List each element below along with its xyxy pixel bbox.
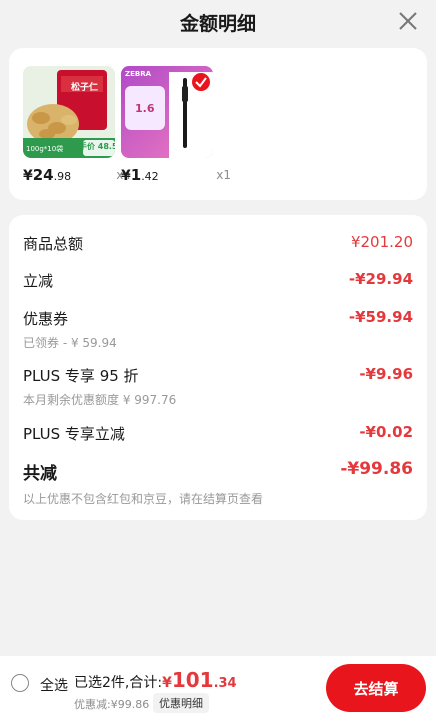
- product-image-nuts[interactable]: 松子仁 100g*10袋 到手价 48.5: [23, 66, 115, 158]
- instant-discount-value: -¥29.94: [348, 270, 413, 288]
- coupon-row: 优惠券 已领券 - ¥ 59.94 -¥59.94: [23, 308, 413, 351]
- plus-reduce-label: PLUS 专享立减: [23, 425, 125, 443]
- product-item[interactable]: 松子仁 100g*10袋 到手价 48.5 ¥24.98 x4: [23, 66, 131, 190]
- selected-count-text: 已选2件,合计:: [74, 675, 163, 691]
- order-total: ¥101.34: [162, 668, 237, 692]
- product-item[interactable]: ZEBRA 1.6 ¥1.42 x1: [121, 66, 231, 190]
- price-currency: ¥: [23, 168, 33, 184]
- plus-discount-sub: 本月剩余优惠额度 ¥ 997.76: [23, 393, 177, 407]
- total-decimal: .34: [213, 676, 237, 691]
- thumb-spec: 100g*10袋: [26, 145, 64, 153]
- price-currency: ¥: [121, 168, 131, 184]
- total-reduce-note: 以上优惠不包含红包和京豆，请在结算页查看: [23, 492, 264, 506]
- product-price: ¥24.98: [23, 166, 71, 184]
- price-decimal: .42: [141, 170, 159, 183]
- coupon-value: -¥59.94: [348, 308, 413, 326]
- checkout-bar: 全选 已选2件,合计:¥101.34 优惠减:¥99.86 优惠明细 去结算: [0, 656, 436, 720]
- product-quantity: x1: [216, 168, 231, 182]
- goods-total-value: ¥201.20: [350, 233, 413, 251]
- coupon-sub: 已领券 - ¥ 59.94: [23, 336, 117, 350]
- modal-title: 金额明细: [179, 12, 256, 35]
- product-price-row: ¥1.42 x1: [121, 166, 231, 190]
- thumb-tag: 到手价 48.5: [71, 142, 115, 151]
- total-integer: 101: [171, 668, 214, 692]
- thumb-brand: 松子仁: [71, 83, 99, 93]
- amount-breakdown-card: 商品总额 ¥201.20 立减 -¥29.94 优惠券 已领券 - ¥ 59.9…: [9, 215, 427, 520]
- thumb-brand: ZEBRA: [125, 70, 152, 78]
- price-integer: 1: [130, 166, 142, 184]
- plus-discount-row: PLUS 专享 95 折 本月剩余优惠额度 ¥ 997.76 -¥9.96: [23, 365, 413, 408]
- total-reduce-row: 共减 以上优惠不包含红包和京豆，请在结算页查看 -¥99.86: [23, 459, 413, 507]
- instant-discount-row: 立减 -¥29.94: [23, 270, 413, 291]
- plus-discount-value: -¥9.96: [359, 365, 413, 383]
- select-all-label[interactable]: 全选: [40, 675, 68, 695]
- goods-total-row: 商品总额 ¥201.20: [23, 233, 413, 254]
- product-price: ¥1.42: [121, 166, 159, 184]
- price-integer: 24: [32, 166, 54, 184]
- radio-unchecked-icon[interactable]: [11, 674, 29, 692]
- checkout-button[interactable]: 去结算: [326, 664, 426, 712]
- thumb-tag: 1.6: [135, 102, 155, 115]
- total-reduce-value: -¥99.86: [340, 459, 413, 479]
- total-currency: ¥: [162, 675, 172, 691]
- close-icon[interactable]: [396, 9, 420, 33]
- plus-reduce-value: -¥0.02: [359, 423, 413, 441]
- products-card: 松子仁 100g*10袋 到手价 48.5 ¥24.98 x4 ZEBRA 1.…: [9, 48, 427, 200]
- product-price-row: ¥24.98 x4: [23, 166, 131, 190]
- discount-amount-text: 优惠减:¥99.86: [74, 698, 150, 711]
- discount-detail-button[interactable]: 优惠明细: [153, 693, 209, 713]
- modal-header: 金额明细: [0, 0, 436, 44]
- product-image-pen[interactable]: ZEBRA 1.6: [121, 66, 213, 158]
- price-decimal: .98: [53, 170, 72, 183]
- plus-reduce-row: PLUS 专享立减 -¥0.02: [23, 423, 413, 444]
- plus-discount-label: PLUS 专享 95 折: [23, 367, 139, 385]
- order-summary: 已选2件,合计:¥101.34: [74, 668, 237, 692]
